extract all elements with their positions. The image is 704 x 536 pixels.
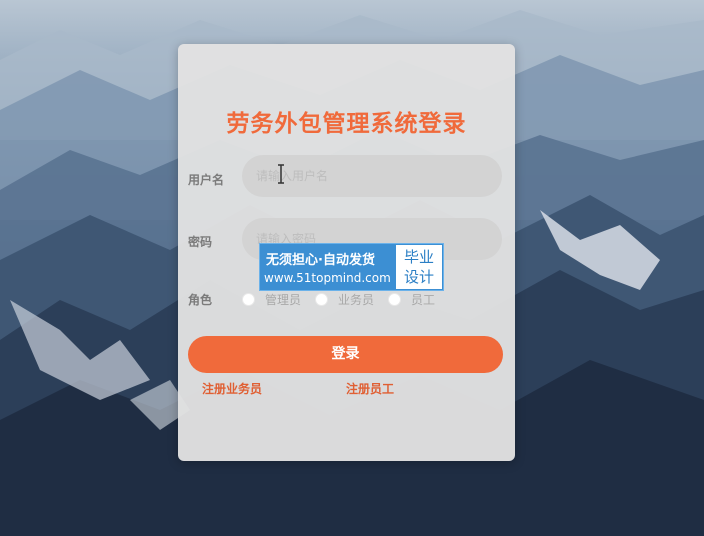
- role-option-salesman[interactable]: 业务员: [338, 291, 374, 308]
- watermark-banner: 无须担心·自动发货 www.51topmind.com 毕业 设计: [259, 243, 444, 291]
- role-option-admin[interactable]: 管理员: [265, 291, 301, 308]
- radio-icon[interactable]: [388, 292, 402, 306]
- password-label: 密码: [188, 235, 213, 249]
- text-cursor-icon: [278, 164, 284, 184]
- register-salesman-link[interactable]: 注册业务员: [202, 380, 262, 397]
- watermark-badge: 毕业 设计: [396, 245, 442, 289]
- watermark-url: www.51topmind.com: [264, 271, 391, 285]
- watermark-badge-line1: 毕业: [403, 248, 434, 266]
- radio-icon[interactable]: [242, 292, 255, 306]
- login-title: 劳务外包管理系统登录: [226, 111, 467, 137]
- role-option-employee[interactable]: 员工: [411, 291, 435, 308]
- watermark-badge-line2: 设计: [403, 268, 434, 286]
- login-button[interactable]: 登录: [188, 336, 503, 373]
- role-selector: 角色 管理员 业务员 员工: [188, 290, 449, 308]
- watermark-slogan: 无须担心·自动发货: [266, 253, 375, 268]
- role-label: 角色: [188, 292, 213, 307]
- username-label: 用户名: [188, 173, 225, 187]
- watermark-text-block: 无须担心·自动发货 www.51topmind.com: [260, 244, 396, 290]
- radio-icon[interactable]: [315, 292, 329, 306]
- register-employee-link[interactable]: 注册员工: [346, 380, 394, 397]
